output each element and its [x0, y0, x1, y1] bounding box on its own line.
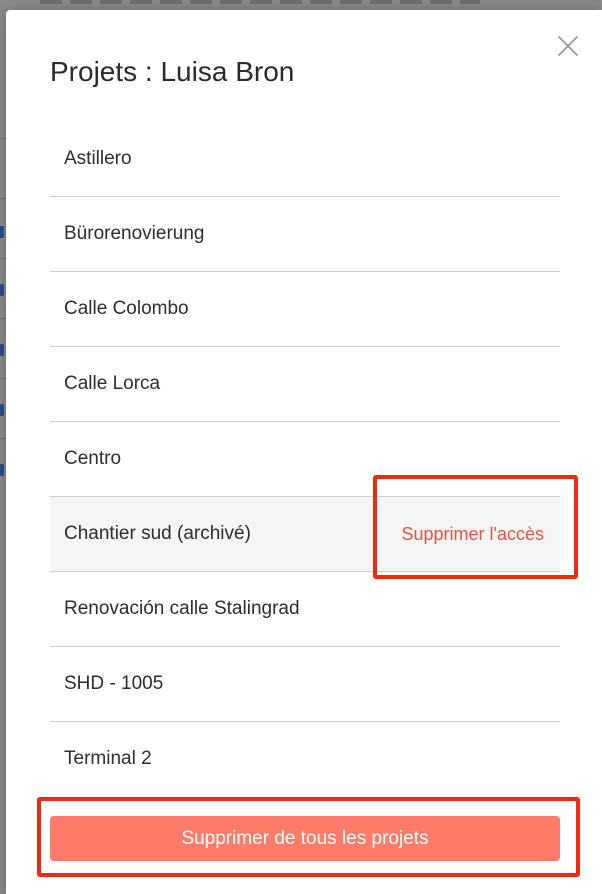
project-row[interactable]: Renovación calle Stalingrad — [50, 572, 560, 647]
project-row[interactable]: Astillero — [50, 122, 560, 197]
project-name: Astillero — [64, 148, 132, 169]
project-name: Calle Lorca — [64, 373, 161, 394]
background-text-fragment — [40, 0, 480, 4]
project-name: SHD - 1005 — [64, 673, 164, 694]
background-link-fragment — [0, 404, 4, 416]
background-link-fragment — [0, 226, 4, 238]
project-name: Renovación calle Stalingrad — [64, 598, 300, 619]
background-link-fragment — [0, 344, 4, 356]
project-list: Astillero Bürorenovierung Calle Colombo … — [50, 122, 560, 797]
close-icon — [558, 36, 578, 56]
project-row[interactable]: Terminal 2 — [50, 722, 560, 797]
project-name: Chantier sud (archivé) — [64, 523, 251, 544]
remove-access-link[interactable]: Supprimer l'accès — [402, 497, 545, 571]
projects-modal: Projets : Luisa Bron Astillero Bürorenov… — [6, 10, 602, 894]
project-name: Calle Colombo — [64, 298, 189, 319]
background-link-fragment — [0, 464, 4, 476]
background-link-fragment — [0, 284, 4, 296]
project-name: Bürorenovierung — [64, 223, 205, 244]
project-row[interactable]: Bürorenovierung — [50, 197, 560, 272]
close-button[interactable] — [556, 34, 580, 58]
project-row-hovered[interactable]: Chantier sud (archivé) Supprimer l'accès — [50, 497, 560, 572]
project-row[interactable]: SHD - 1005 — [50, 647, 560, 722]
remove-from-all-projects-button[interactable]: Supprimer de tous les projets — [50, 816, 560, 861]
modal-title: Projets : Luisa Bron — [50, 56, 295, 87]
project-row[interactable]: Centro — [50, 422, 560, 497]
project-row[interactable]: Calle Colombo — [50, 272, 560, 347]
project-name: Terminal 2 — [64, 748, 152, 769]
project-row[interactable]: Calle Lorca — [50, 347, 560, 422]
project-name: Centro — [64, 448, 122, 469]
